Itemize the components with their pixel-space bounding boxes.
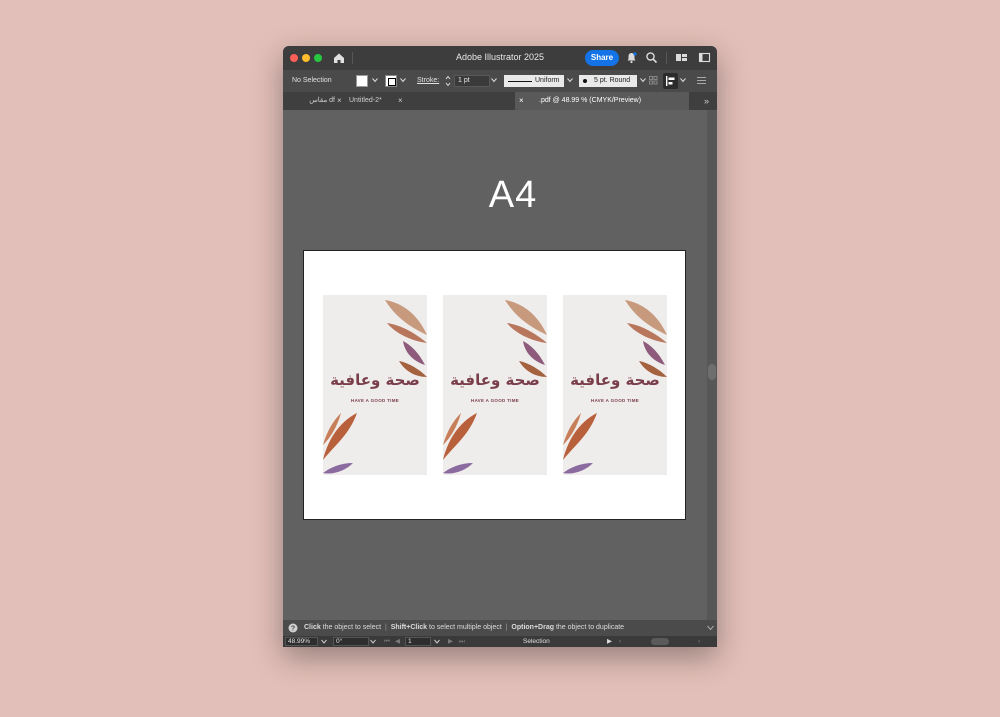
- home-icon[interactable]: [332, 51, 346, 65]
- previous-artboard-icon[interactable]: ◀: [395, 636, 400, 647]
- align-button[interactable]: [663, 73, 678, 89]
- artboard-label-text[interactable]: A4: [463, 174, 563, 217]
- card-design[interactable]: صحة وعافية HAVE A GOOD TIME: [443, 295, 547, 475]
- status-hints: ? Click the object to select | Shift+Cli…: [283, 620, 717, 636]
- chevron-down-icon[interactable]: [640, 77, 646, 83]
- chevron-down-icon[interactable]: [680, 77, 686, 83]
- chevron-down-icon[interactable]: [400, 77, 406, 83]
- hint-text: the object to select: [322, 624, 382, 631]
- stroke-weight-input[interactable]: 1 pt: [454, 75, 490, 87]
- hint-text: to select multiple object: [429, 624, 502, 631]
- scroll-right-icon[interactable]: ›: [698, 636, 700, 647]
- brush-definition[interactable]: 5 pt. Round: [579, 75, 637, 87]
- panel-layout-icon[interactable]: [698, 51, 711, 64]
- scroll-thumb[interactable]: [708, 364, 716, 380]
- close-tab-icon[interactable]: ×: [337, 92, 342, 110]
- card-subtitle: HAVE A GOOD TIME: [350, 398, 400, 403]
- profile-label: Uniform: [535, 77, 560, 84]
- bell-icon[interactable]: [625, 51, 638, 64]
- active-tab-label: .pdf @ 48.99 % (CMYK/Preview): [539, 97, 642, 104]
- current-tool-label[interactable]: Selection: [523, 636, 550, 647]
- card-arabic-title: صحة وعافية: [450, 371, 540, 389]
- tab-untitled-2[interactable]: Untitled-2*: [349, 92, 382, 110]
- chevron-down-icon[interactable]: [491, 77, 497, 83]
- divider: [352, 52, 353, 64]
- svg-text:?: ?: [291, 626, 295, 633]
- play-icon[interactable]: ▶: [607, 636, 612, 647]
- card-subtitle: HAVE A GOOD TIME: [590, 398, 640, 403]
- selection-status: No Selection: [292, 77, 332, 84]
- variable-width-profile[interactable]: Uniform: [504, 75, 564, 87]
- maximize-window-button[interactable]: [314, 54, 322, 62]
- grid-icon[interactable]: [649, 76, 658, 85]
- close-window-button[interactable]: [290, 54, 298, 62]
- zoom-input[interactable]: 48.99%: [285, 637, 318, 646]
- card-arabic-title: صحة وعافية: [330, 371, 420, 389]
- stepper-icon[interactable]: [445, 75, 451, 87]
- app-title: Adobe Illustrator 2025: [455, 52, 545, 62]
- minimize-window-button[interactable]: [302, 54, 310, 62]
- hint-key: Click: [304, 624, 321, 631]
- stroke-label[interactable]: Stroke:: [417, 70, 439, 92]
- brush-dot: [583, 79, 587, 83]
- last-artboard-icon[interactable]: ⏭: [459, 636, 465, 647]
- more-tabs-icon[interactable]: »: [704, 92, 709, 110]
- menu-list-icon[interactable]: [697, 76, 706, 85]
- artboard[interactable]: صحة وعافية HAVE A GOOD TIME صحة وعافية H…: [303, 250, 686, 520]
- chevron-down-icon[interactable]: [370, 639, 376, 644]
- hint-key: Option+Drag: [511, 624, 554, 631]
- divider: [666, 52, 667, 64]
- artboard-number-input[interactable]: 1: [405, 637, 431, 646]
- control-bar: No Selection Stroke: 1 pt Uniform 5 pt. …: [283, 70, 717, 92]
- first-artboard-icon[interactable]: ⏮: [384, 636, 390, 647]
- scroll-left-icon[interactable]: ‹: [619, 636, 621, 647]
- card-design[interactable]: صحة وعافية HAVE A GOOD TIME: [563, 295, 667, 475]
- close-tab-icon[interactable]: ×: [519, 92, 524, 110]
- card-design[interactable]: صحة وعافية HAVE A GOOD TIME: [323, 295, 427, 475]
- bottom-bar: 48.99% 0° ⏮ ◀ 1 ▶ ⏭ Selection ▶ ‹ ›: [283, 636, 717, 647]
- arrange-documents-icon[interactable]: [675, 51, 688, 64]
- brush-label: 5 pt. Round: [594, 77, 631, 84]
- tab-document-1[interactable]: مقاس df: [283, 92, 335, 110]
- share-button[interactable]: Share: [585, 50, 619, 66]
- card-arabic-title: صحة وعافية: [570, 371, 660, 389]
- search-icon[interactable]: [645, 51, 658, 64]
- rotation-input[interactable]: 0°: [333, 637, 369, 646]
- fill-swatch[interactable]: [356, 75, 368, 87]
- hint-key: Shift+Click: [390, 624, 428, 631]
- align-icon: [666, 76, 675, 86]
- document-tabs: مقاس df × Untitled-2* × × .pdf @ 48.99 %…: [283, 92, 717, 110]
- hint-text: the object to duplicate: [555, 624, 625, 631]
- title-bar: Adobe Illustrator 2025 Share: [283, 46, 717, 70]
- stroke-swatch[interactable]: [385, 75, 397, 87]
- status-hint-text: Click the object to select | Shift+Click…: [304, 624, 625, 631]
- help-icon[interactable]: ?: [288, 623, 298, 633]
- illustrator-window: Adobe Illustrator 2025 Share No Selectio…: [283, 46, 717, 647]
- chevron-down-icon[interactable]: [372, 77, 378, 83]
- chevron-down-icon[interactable]: [321, 639, 327, 644]
- scroll-down-icon[interactable]: [707, 625, 714, 631]
- chevron-down-icon[interactable]: [567, 77, 573, 83]
- profile-line: [508, 80, 532, 82]
- close-tab-icon[interactable]: ×: [398, 92, 403, 110]
- vertical-scrollbar[interactable]: [707, 110, 717, 620]
- horizontal-scroll-thumb[interactable]: [651, 638, 669, 645]
- card-subtitle: HAVE A GOOD TIME: [470, 398, 520, 403]
- next-artboard-icon[interactable]: ▶: [448, 636, 453, 647]
- chevron-down-icon[interactable]: [434, 639, 440, 644]
- tab-active-document[interactable]: × .pdf @ 48.99 % (CMYK/Preview): [515, 92, 689, 110]
